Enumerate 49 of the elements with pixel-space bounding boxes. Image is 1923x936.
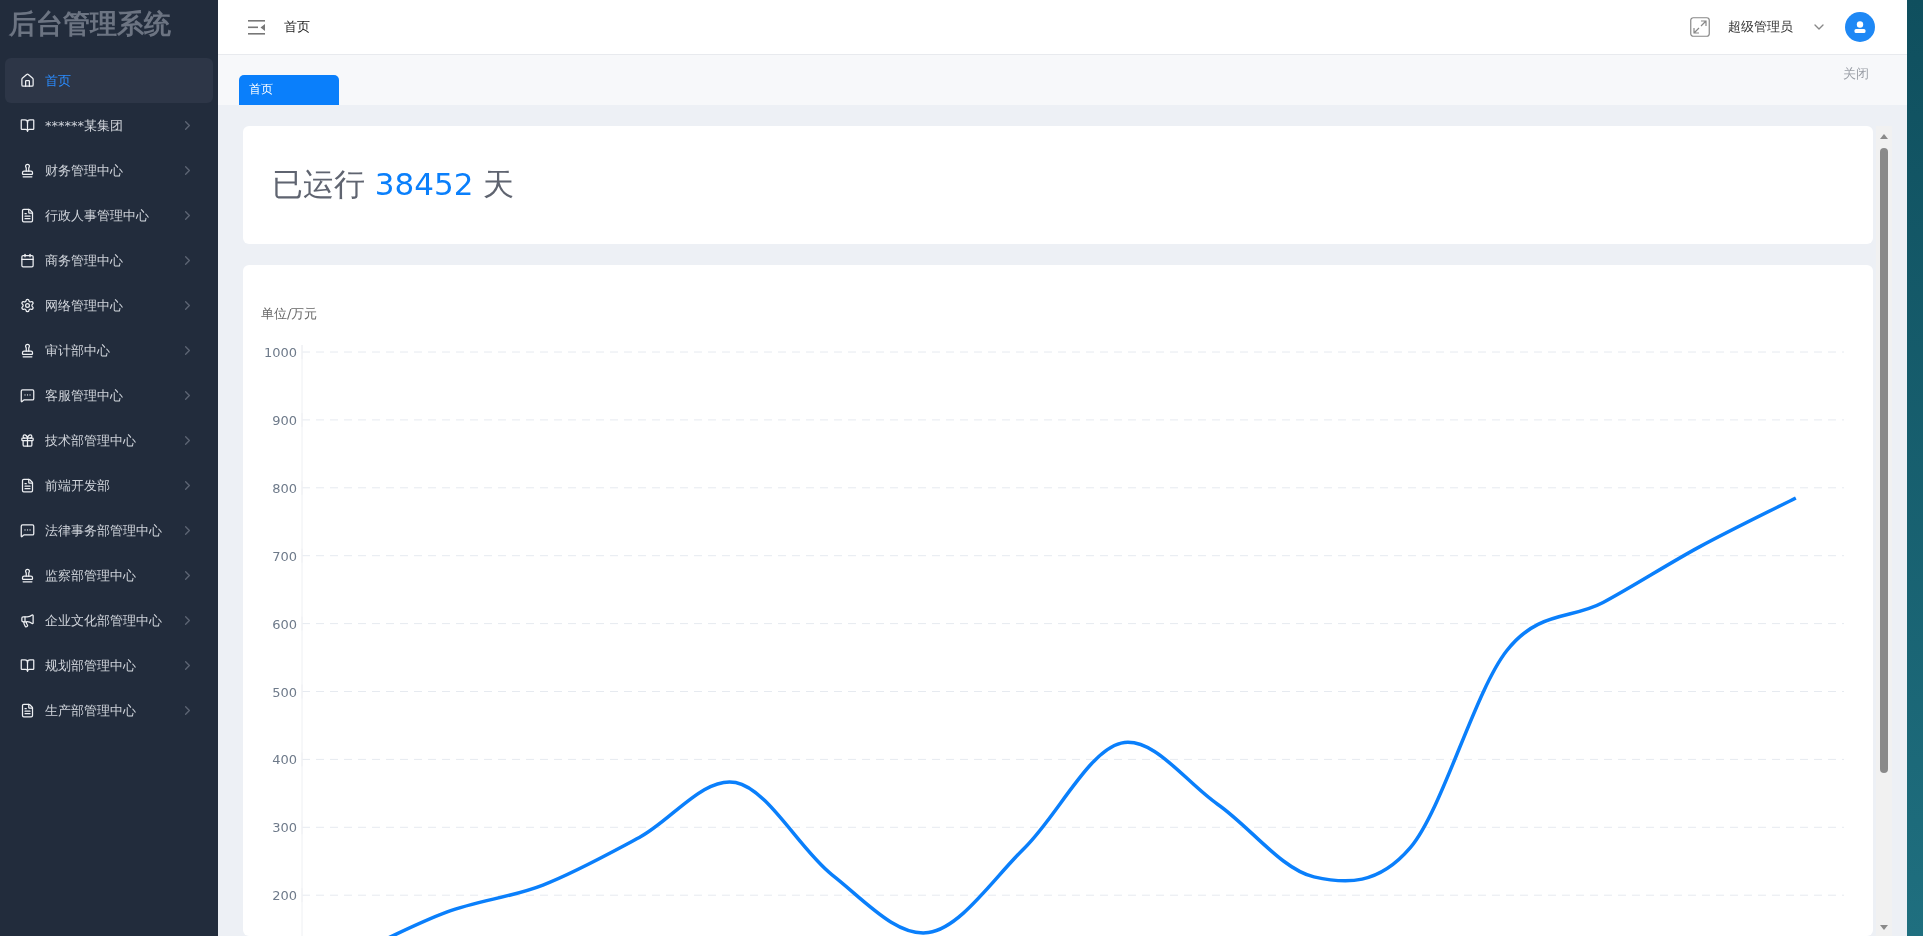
chat-icon: [20, 388, 35, 403]
user-name[interactable]: 超级管理员: [1728, 18, 1793, 36]
menu-item[interactable]: 网络管理中心: [5, 283, 213, 328]
axis-tick-label: 200: [272, 888, 297, 904]
breadcrumb[interactable]: 首页: [284, 18, 1672, 36]
uptime-text: 已运行 38452 天: [272, 165, 515, 204]
house-icon: [20, 73, 35, 88]
file-icon: [20, 478, 35, 493]
tab[interactable]: 首页: [239, 75, 339, 105]
chat-icon: [20, 523, 35, 538]
file-icon: [20, 208, 35, 223]
unit-label: 单位/万元: [260, 305, 319, 323]
menu-item[interactable]: 首页: [5, 58, 213, 103]
axis-tick-label: 400: [272, 752, 297, 768]
axis-tick-label: 600: [272, 616, 297, 632]
file-icon: [20, 703, 35, 718]
axis-tick-label: 800: [272, 480, 297, 496]
calendar-icon: [20, 253, 35, 268]
book-icon: [20, 658, 35, 673]
menu-item[interactable]: 行政人事管理中心: [5, 193, 213, 238]
menu-item[interactable]: ******某集团: [5, 103, 213, 148]
menu-item[interactable]: 客服管理中心: [5, 373, 213, 418]
menu-item[interactable]: 生产部管理中心: [5, 688, 213, 733]
axis-tick-label: 900: [272, 412, 297, 428]
menu-item[interactable]: 前端开发部: [5, 463, 213, 508]
gift-icon: [20, 433, 35, 448]
avatar[interactable]: [1845, 12, 1875, 42]
axis-tick-label: 300: [272, 820, 297, 836]
menu-item[interactable]: 商务管理中心: [5, 238, 213, 283]
axis-tick-label: 500: [272, 684, 297, 700]
scrollbar[interactable]: [1876, 126, 1892, 936]
menu-item[interactable]: 规划部管理中心: [5, 643, 213, 688]
menu-item[interactable]: 监察部管理中心: [5, 553, 213, 598]
menu-item[interactable]: 技术部管理中心: [5, 418, 213, 463]
menu-item[interactable]: 审计部中心: [5, 328, 213, 373]
axis-tick-label: 700: [272, 548, 297, 564]
megaphone-icon: [20, 613, 35, 628]
stamp-icon: [20, 163, 35, 178]
axis-tick-label: 1000: [263, 345, 297, 360]
book-icon: [20, 118, 35, 133]
menu-item[interactable]: 财务管理中心: [5, 148, 213, 193]
stamp-icon: [20, 568, 35, 583]
menu-fold-icon[interactable]: [248, 18, 266, 36]
menu-item[interactable]: 法律事务部管理中心: [5, 508, 213, 553]
stamp-icon: [20, 343, 35, 358]
expand-icon[interactable]: [1690, 17, 1710, 37]
app-title: 后台管理系统: [8, 7, 172, 41]
menu-item[interactable]: 企业文化部管理中心: [5, 598, 213, 643]
gear-icon: [20, 298, 35, 313]
